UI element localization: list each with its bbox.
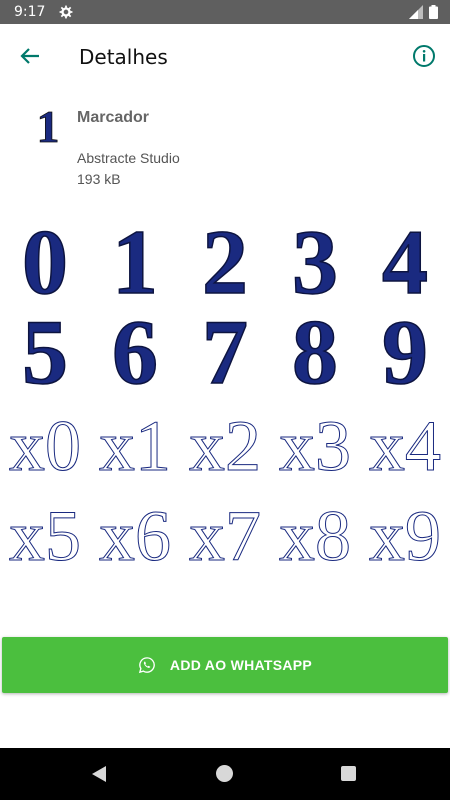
info-icon[interactable] (412, 44, 436, 68)
sticker-filled-5[interactable]: 5 (0, 305, 90, 395)
sticker-filled-7[interactable]: 7 (180, 305, 270, 395)
sticker-outline-x5[interactable]: x5 (0, 485, 90, 576)
sticker-filled-2[interactable]: 2 (180, 215, 270, 305)
pack-header: 1 Marcador Abstracte Studio 193 kB (0, 100, 450, 200)
sticker-label: x5 (9, 496, 81, 575)
sticker-label: 5 (22, 305, 68, 395)
system-nav-bar (0, 748, 450, 800)
sticker-filled-1[interactable]: 1 (90, 215, 180, 305)
sticker-filled-6[interactable]: 6 (90, 305, 180, 395)
nav-back-icon[interactable] (91, 765, 107, 783)
add-to-whatsapp-button[interactable]: ADD AO WHATSAPP (2, 637, 448, 693)
nav-home-icon[interactable] (216, 765, 233, 782)
sticker-label: x1 (99, 406, 171, 485)
status-time: 9:17 (14, 4, 46, 20)
add-button-label: ADD AO WHATSAPP (169, 657, 313, 673)
sticker-filled-9[interactable]: 9 (360, 305, 450, 395)
sticker-outline-x3[interactable]: x3 (270, 395, 360, 486)
sticker-filled-0[interactable]: 0 (0, 215, 90, 305)
sticker-label: 9 (382, 305, 428, 395)
sticker-outline-x0[interactable]: x0 (0, 395, 90, 486)
pack-author: Abstracte Studio (77, 150, 180, 166)
pack-name: Marcador (77, 109, 150, 126)
status-bar: 9:17 (0, 0, 450, 24)
sticker-label: x6 (99, 496, 171, 575)
page-title: Detalhes (79, 45, 168, 69)
nav-recents-icon[interactable] (341, 766, 356, 781)
sticker-outline-x6[interactable]: x6 (90, 485, 180, 576)
back-arrow-icon (20, 48, 39, 64)
sticker-label: x7 (189, 496, 261, 575)
tray-digit: 1 (37, 102, 60, 146)
app-bar: Detalhes (0, 24, 450, 88)
sticker-label: 2 (202, 215, 248, 305)
battery-icon (429, 5, 438, 19)
sticker-label: 0 (22, 215, 68, 305)
sticker-outline-x1[interactable]: x1 (90, 395, 180, 486)
sticker-label: 7 (202, 305, 248, 395)
sticker-outline-x4[interactable]: x4 (360, 395, 450, 486)
signal-icon (409, 5, 423, 19)
whatsapp-icon (138, 657, 155, 674)
sticker-filled-3[interactable]: 3 (270, 215, 360, 305)
sticker-label: x2 (189, 406, 261, 485)
sticker-outline-x7[interactable]: x7 (180, 485, 270, 576)
sticker-label: x0 (9, 406, 81, 485)
sticker-label: 1 (112, 215, 158, 305)
settings-gear-icon (60, 5, 73, 19)
sticker-label: 8 (292, 305, 338, 395)
tray-icon: 1 (36, 102, 60, 146)
sticker-label: x9 (369, 496, 441, 575)
sticker-label: 6 (112, 305, 158, 395)
sticker-label: x3 (279, 406, 351, 485)
sticker-label: 3 (292, 215, 338, 305)
sticker-outline-x8[interactable]: x8 (270, 485, 360, 576)
sticker-filled-4[interactable]: 4 (360, 215, 450, 305)
pack-size: 193 kB (77, 171, 121, 187)
sticker-label: 4 (382, 215, 428, 305)
sticker-outline-x9[interactable]: x9 (360, 485, 450, 576)
sticker-filled-8[interactable]: 8 (270, 305, 360, 395)
sticker-label: x4 (369, 406, 441, 485)
sticker-outline-x2[interactable]: x2 (180, 395, 270, 486)
back-button[interactable] (14, 42, 46, 70)
sticker-label: x8 (279, 496, 351, 575)
